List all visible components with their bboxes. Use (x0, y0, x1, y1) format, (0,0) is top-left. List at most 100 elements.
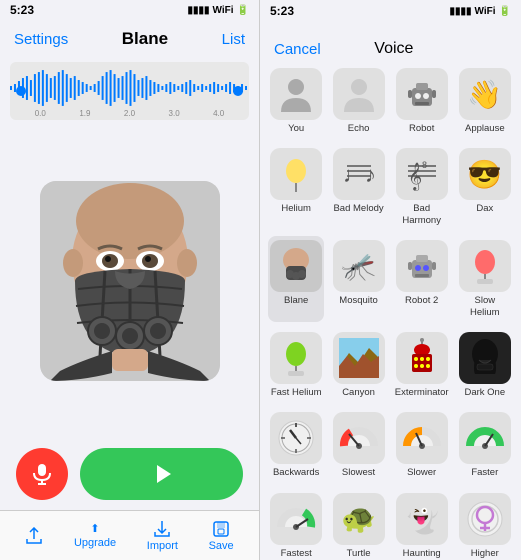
voice-icon-exterminator (396, 332, 448, 384)
voice-icon-backwards (270, 412, 322, 464)
voice-item-robot2[interactable]: Robot 2 (393, 236, 451, 322)
voice-label-mosquito: Mosquito (339, 295, 378, 306)
voice-item-fastest[interactable]: Fastest (268, 489, 324, 560)
time-right: 5:23 (270, 4, 294, 18)
mic-icon (31, 463, 53, 485)
voice-label-bad-melody: Bad Melody (333, 203, 383, 214)
battery-icon: 🔋 (237, 5, 249, 16)
voice-item-applause[interactable]: 👋 Applause (457, 64, 513, 138)
ruler-mark-2: 2.0 (124, 109, 135, 118)
voice-title: Voice (374, 40, 413, 58)
voice-item-blane[interactable]: Blane (268, 236, 324, 322)
import-toolbar-item[interactable]: Import (147, 520, 178, 552)
voice-label-robot2: Robot 2 (405, 295, 438, 306)
voice-item-backwards[interactable]: Backwards (268, 408, 324, 482)
voice-label-you: You (288, 123, 304, 134)
voice-label-bad-harmony: Bad Harmony (395, 203, 449, 226)
wifi-icon-right: WiFi (475, 6, 496, 17)
svg-text:𝄞: 𝄞 (408, 163, 422, 191)
share-toolbar-item[interactable] (25, 527, 43, 545)
nav-bar-right: Cancel Voice (260, 20, 521, 58)
save-label: Save (209, 540, 234, 552)
voice-item-echo[interactable]: Echo (330, 64, 386, 138)
status-bar-left: 5:23 ▮▮▮▮ WiFi 🔋 (0, 0, 259, 20)
voice-label-higher: Higher (471, 548, 499, 559)
voice-label-backwards: Backwards (273, 467, 319, 478)
cancel-button[interactable]: Cancel (274, 41, 321, 58)
mic-button[interactable] (16, 448, 68, 500)
signal-icon-right: ▮▮▮▮ (450, 6, 472, 17)
play-button[interactable] (80, 448, 243, 500)
voice-icon-helium (270, 148, 322, 200)
save-toolbar-item[interactable]: Save (209, 520, 234, 552)
voice-item-robot[interactable]: Robot (393, 64, 451, 138)
status-icons-left: ▮▮▮▮ WiFi 🔋 (188, 5, 249, 16)
voice-item-turtle[interactable]: 🐢 Turtle (330, 489, 386, 560)
voice-label-fastest: Fastest (281, 548, 312, 559)
voice-item-fast-helium[interactable]: Fast Helium (268, 328, 324, 402)
upgrade-label: Upgrade (74, 537, 116, 549)
status-bar-right: 5:23 ▮▮▮▮ WiFi 🔋 (260, 0, 521, 20)
voice-label-exterminator: Exterminator (395, 387, 449, 398)
voice-icon-slow-helium (459, 240, 511, 292)
battery-icon-right: 🔋 (499, 6, 511, 17)
voice-icon-fastest (270, 493, 322, 545)
settings-button[interactable]: Settings (14, 31, 68, 48)
voice-icon-faster (459, 412, 511, 464)
voice-item-you[interactable]: You (268, 64, 324, 138)
voice-item-bad-harmony[interactable]: 𝄞 8 Bad Harmony (393, 144, 451, 230)
import-icon (153, 520, 171, 538)
voice-item-helium[interactable]: Helium (268, 144, 324, 230)
voice-item-bad-melody[interactable]: ♩♪ Bad Melody (330, 144, 386, 230)
voice-icon-you (270, 68, 322, 120)
bane-avatar-svg (40, 181, 220, 381)
voice-label-echo: Echo (348, 123, 370, 134)
waveform-ruler: 0.0 1.9 2.0 3.0 4.0 (10, 109, 249, 118)
list-button[interactable]: List (222, 31, 245, 48)
page-title-left: Blane (122, 29, 168, 49)
voice-item-dax[interactable]: 😎 Dax (457, 144, 513, 230)
voice-item-canyon[interactable]: Canyon (330, 328, 386, 402)
voice-label-slowest: Slowest (342, 467, 375, 478)
upgrade-toolbar-item[interactable]: ⬆ Upgrade (74, 522, 116, 549)
voice-icon-slowest (333, 412, 385, 464)
voice-icon-dax: 😎 (459, 148, 511, 200)
voice-icon-blane (270, 240, 322, 292)
import-label: Import (147, 540, 178, 552)
voice-icon-robot2 (396, 240, 448, 292)
voice-label-haunting: Haunting (403, 548, 441, 559)
voice-label-canyon: Canyon (342, 387, 375, 398)
signal-icon: ▮▮▮▮ (188, 5, 210, 16)
time-left: 5:23 (10, 3, 34, 17)
voice-item-mosquito[interactable]: 🦟 Mosquito (330, 236, 386, 322)
voice-label-faster: Faster (471, 467, 498, 478)
waveform-handle-left[interactable] (16, 86, 26, 96)
wifi-icon: WiFi (213, 5, 234, 16)
share-icon (25, 527, 43, 545)
svg-text:8: 8 (422, 160, 427, 170)
voice-item-higher[interactable]: Higher (457, 489, 513, 560)
waveform-area: 0.0 1.9 2.0 3.0 4.0 (10, 62, 249, 120)
voice-item-dark-one[interactable]: Dark One (457, 328, 513, 402)
voice-icon-haunting: 👻 (396, 493, 448, 545)
waveform-handle-right[interactable] (233, 86, 243, 96)
voice-icon-dark-one (459, 332, 511, 384)
voice-label-turtle: Turtle (347, 548, 371, 559)
right-panel: 5:23 ▮▮▮▮ WiFi 🔋 Cancel Voice You Echo (260, 0, 521, 560)
voice-item-haunting[interactable]: 👻 Haunting (393, 489, 451, 560)
voice-icon-higher (459, 493, 511, 545)
voice-item-slow-helium[interactable]: Slow Helium (457, 236, 513, 322)
voice-icon-canyon (333, 332, 385, 384)
ruler-mark-1: 1.9 (79, 109, 90, 118)
voice-item-slowest[interactable]: Slowest (330, 408, 386, 482)
avatar-image (40, 181, 220, 381)
voice-grid: You Echo Robot (260, 58, 521, 560)
voice-item-exterminator[interactable]: Exterminator (393, 328, 451, 402)
upgrade-icon: ⬆ (90, 522, 99, 535)
voice-icon-robot (396, 68, 448, 120)
voice-item-slower[interactable]: Slower (393, 408, 451, 482)
voice-icon-mosquito: 🦟 (333, 240, 385, 292)
bottom-toolbar: ⬆ Upgrade Import Save (0, 510, 259, 560)
voice-icon-bad-melody: ♩♪ (333, 148, 385, 200)
voice-item-faster[interactable]: Faster (457, 408, 513, 482)
